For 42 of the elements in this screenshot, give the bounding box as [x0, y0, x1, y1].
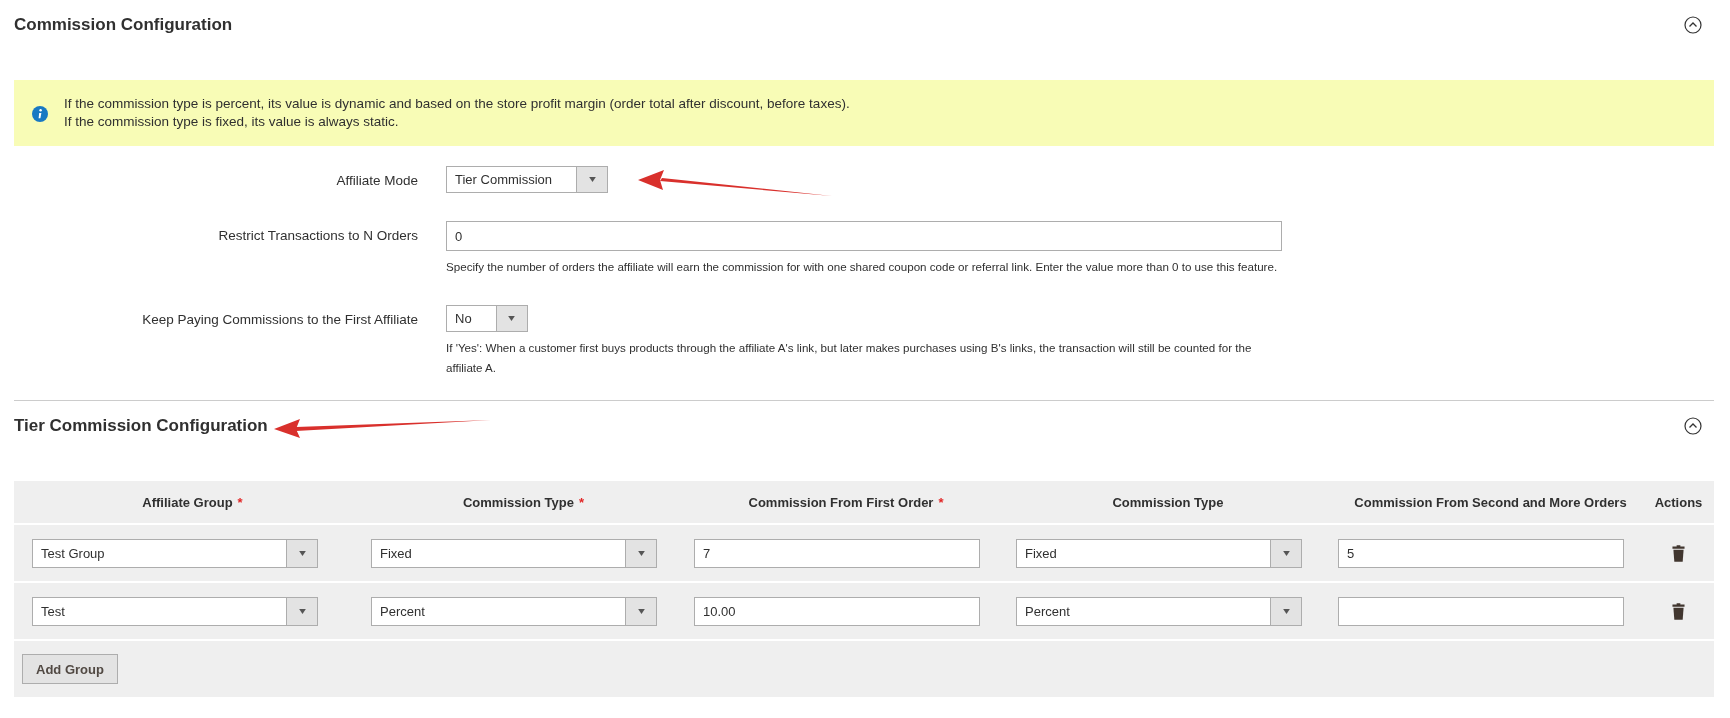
dropdown[interactable]: Fixed [1016, 538, 1302, 568]
trash-icon[interactable] [1672, 602, 1685, 620]
caret-icon [297, 608, 307, 614]
collapse-icon[interactable] [1684, 417, 1702, 435]
column-header: Affiliate Group * [141, 494, 244, 510]
column-header: Commission From First Order * [747, 494, 945, 510]
field-note: If 'Yes': When a customer first buys products through the affiliate A's link, but later makes purchases using B's links, the transaction will still be counted for the affiliate A. [446, 340, 1253, 376]
trash-icon[interactable] [1672, 544, 1685, 562]
section-title[interactable]: Commission Configuration [14, 15, 233, 35]
section-title[interactable]: Tier Commission Configuration [14, 416, 268, 436]
caret-icon [297, 550, 307, 556]
input-field[interactable]: 7 [694, 538, 980, 568]
dropdown[interactable]: No [446, 305, 528, 332]
column-header: Commission From Second and More Orders [1353, 494, 1628, 510]
dropdown[interactable]: Test Group [32, 538, 318, 568]
info-icon [32, 106, 48, 122]
dropdown[interactable]: Fixed [371, 538, 657, 568]
field-label: Affiliate Mode [335, 172, 418, 190]
caret-icon [1281, 550, 1291, 556]
caret-icon [587, 177, 597, 182]
field-label: Restrict Transactions to N Orders [217, 227, 418, 245]
add-group-button[interactable]: Add Group [22, 654, 118, 684]
caret-icon [1281, 608, 1291, 614]
column-header: Actions [1653, 494, 1704, 510]
caret-icon [636, 608, 646, 614]
caret-icon [507, 316, 517, 321]
caret-icon [636, 550, 646, 556]
field-label: Keep Paying Commissions to the First Affiliate [141, 311, 418, 329]
collapse-icon[interactable] [1684, 16, 1702, 34]
dropdown[interactable]: Test [32, 596, 318, 626]
dropdown[interactable]: Percent [1016, 596, 1302, 626]
column-header: Commission Type * [461, 494, 586, 510]
dropdown[interactable]: Tier Commission [446, 166, 609, 193]
notice-text: If the commission type is percent, its value is dynamic and based on the store profit margin (order total after discount, before taxes). [64, 95, 850, 113]
input-field[interactable]: 0 [446, 221, 1282, 251]
input-field[interactable]: 5 [1338, 538, 1624, 568]
notice-text: If the commission type is fixed, its value is always static. [64, 113, 400, 131]
input-field[interactable] [1338, 596, 1624, 626]
column-header: Commission Type [1111, 494, 1225, 510]
input-field[interactable]: 10.00 [694, 596, 980, 626]
field-note: Specify the number of orders the affiliate will earn the commission for with one shared coupon code or referral link. Enter the value more than 0 to use this feature. [446, 259, 1279, 275]
dropdown[interactable]: Percent [371, 596, 657, 626]
